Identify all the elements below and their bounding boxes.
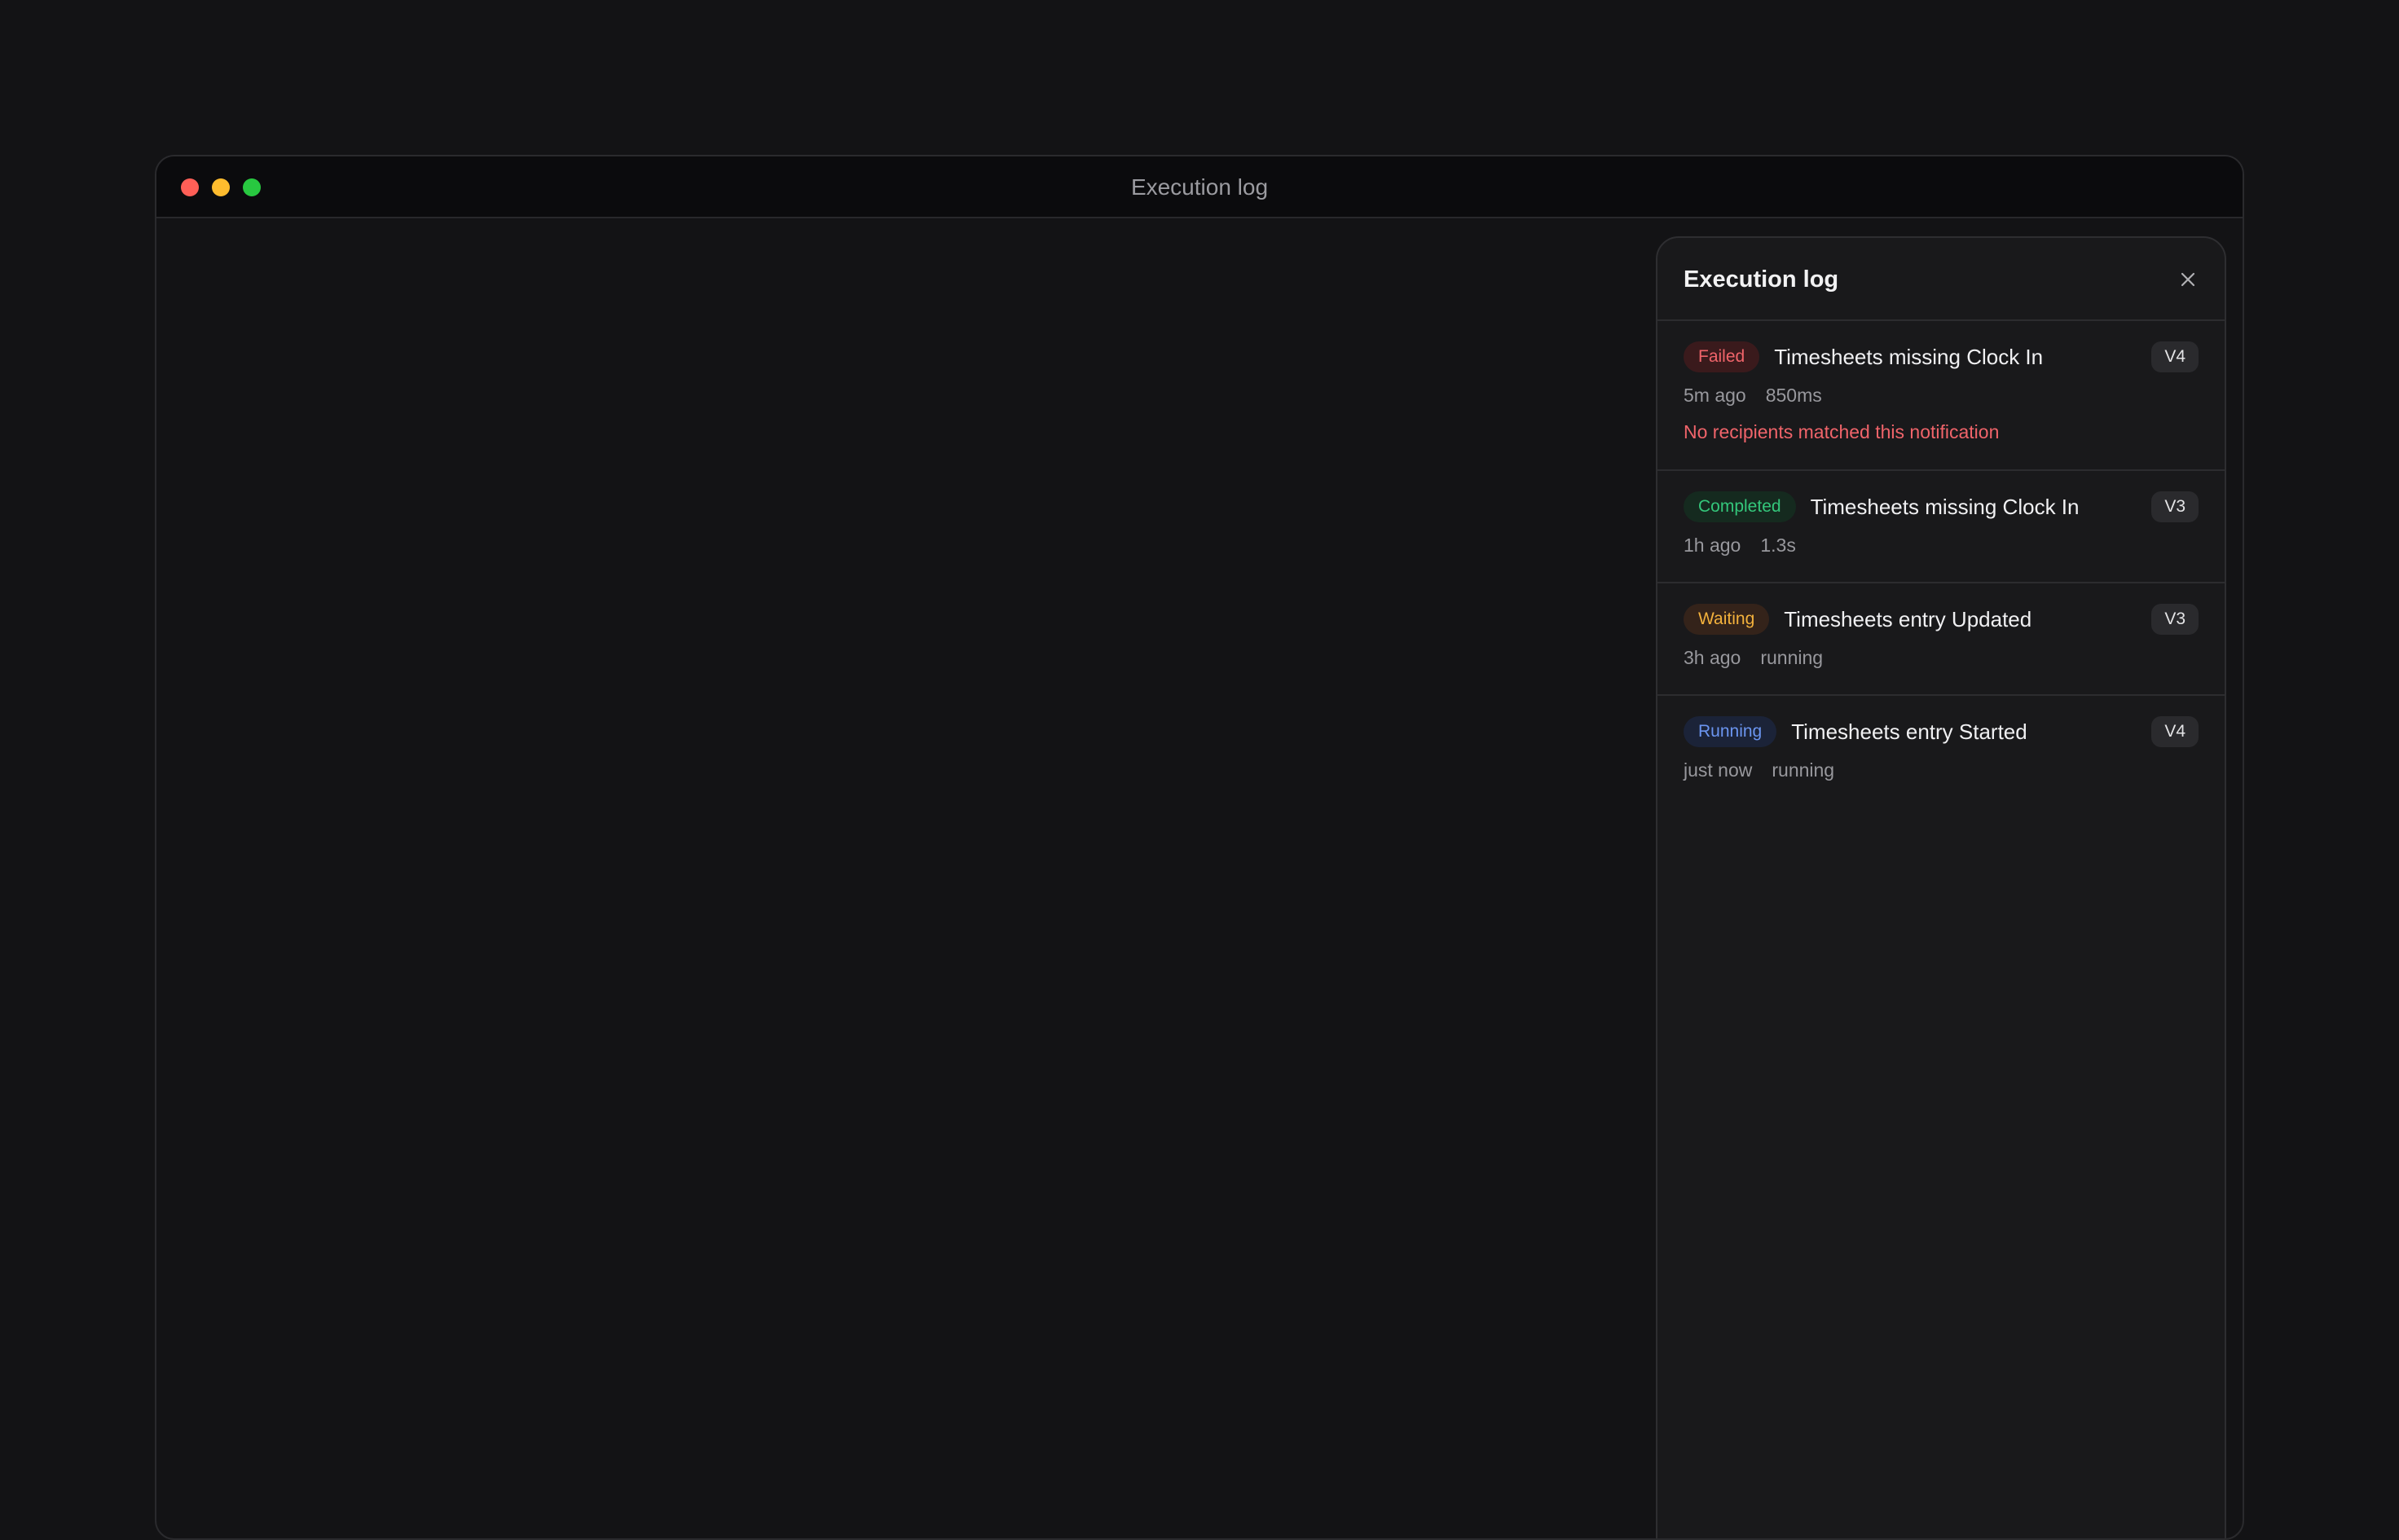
log-item-title: Timesheets entry Started [1791, 719, 2027, 744]
title-bar: Execution log [156, 156, 2243, 218]
status-badge-running: Running [1684, 716, 1777, 747]
app-window: Execution log Execution log Failed Times… [155, 155, 2244, 1540]
log-item-title: Timesheets entry Updated [1784, 606, 2032, 631]
execution-log-panel: Execution log Failed Timesheets missing … [1656, 236, 2226, 1538]
version-badge: V4 [2151, 341, 2199, 372]
status-badge-waiting: Waiting [1684, 604, 1770, 635]
log-item-title: Timesheets missing Clock In [1774, 344, 2044, 369]
log-item-time: 1h ago [1684, 535, 1741, 556]
log-item-duration: running [1760, 647, 1824, 668]
log-item[interactable]: Completed Timesheets missing Clock In V3… [1657, 471, 2225, 583]
log-item[interactable]: Waiting Timesheets entry Updated V3 3h a… [1657, 583, 2225, 696]
log-item-time: just now [1684, 759, 1753, 781]
log-item[interactable]: Failed Timesheets missing Clock In V4 5m… [1657, 321, 2225, 471]
status-badge-failed: Failed [1684, 341, 1760, 372]
version-badge: V3 [2151, 491, 2199, 522]
log-item-time: 5m ago [1684, 385, 1746, 406]
version-badge: V3 [2151, 604, 2199, 635]
panel-title: Execution log [1684, 266, 1839, 293]
close-panel-button[interactable] [2176, 267, 2200, 292]
log-item-duration: 850ms [1765, 385, 1822, 406]
log-item-duration: 1.3s [1760, 535, 1796, 556]
panel-header: Execution log [1657, 238, 2225, 321]
log-item[interactable]: Running Timesheets entry Started V4 just… [1657, 696, 2225, 807]
window-title: Execution log [1130, 174, 1269, 200]
close-icon [2181, 272, 2195, 287]
log-item-time: 3h ago [1684, 647, 1741, 668]
status-badge-completed: Completed [1684, 491, 1796, 522]
log-item-title: Timesheets missing Clock In [1810, 494, 2080, 519]
log-item-duration: running [1772, 759, 1835, 781]
log-item-error: No recipients matched this notification [1684, 421, 2000, 442]
version-badge: V4 [2151, 716, 2199, 747]
